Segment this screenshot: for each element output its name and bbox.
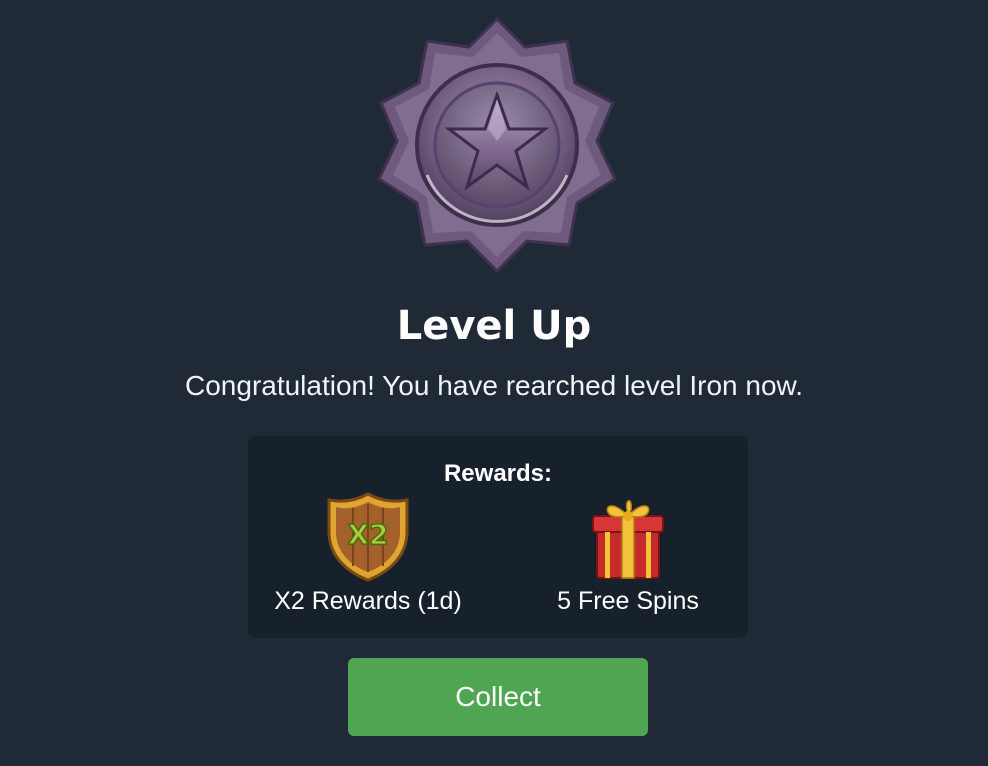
level-up-modal: Level Up Congratulation! You have rearch… [0, 0, 988, 766]
level-message: Congratulation! You have rearched level … [185, 370, 803, 401]
reward-item-free-spins: 5 Free Spins [508, 492, 748, 616]
collect-button[interactable]: Collect [348, 658, 648, 736]
reward-label: X2 Rewards (1d) [274, 587, 462, 615]
reward-label: 5 Free Spins [557, 587, 699, 615]
svg-text:X2: X2 [347, 518, 388, 551]
page-title: Level Up [396, 303, 592, 349]
gift-box-icon [592, 500, 664, 579]
rewards-panel: Rewards: X2 X2 Rewards (1d) 5 Free Spins [248, 436, 748, 638]
rewards-heading: Rewards: [443, 460, 553, 487]
star-medal-icon [377, 16, 617, 274]
reward-item-x2: X2 X2 Rewards (1d) [248, 492, 488, 616]
x2-shield-icon: X2 [327, 492, 409, 582]
